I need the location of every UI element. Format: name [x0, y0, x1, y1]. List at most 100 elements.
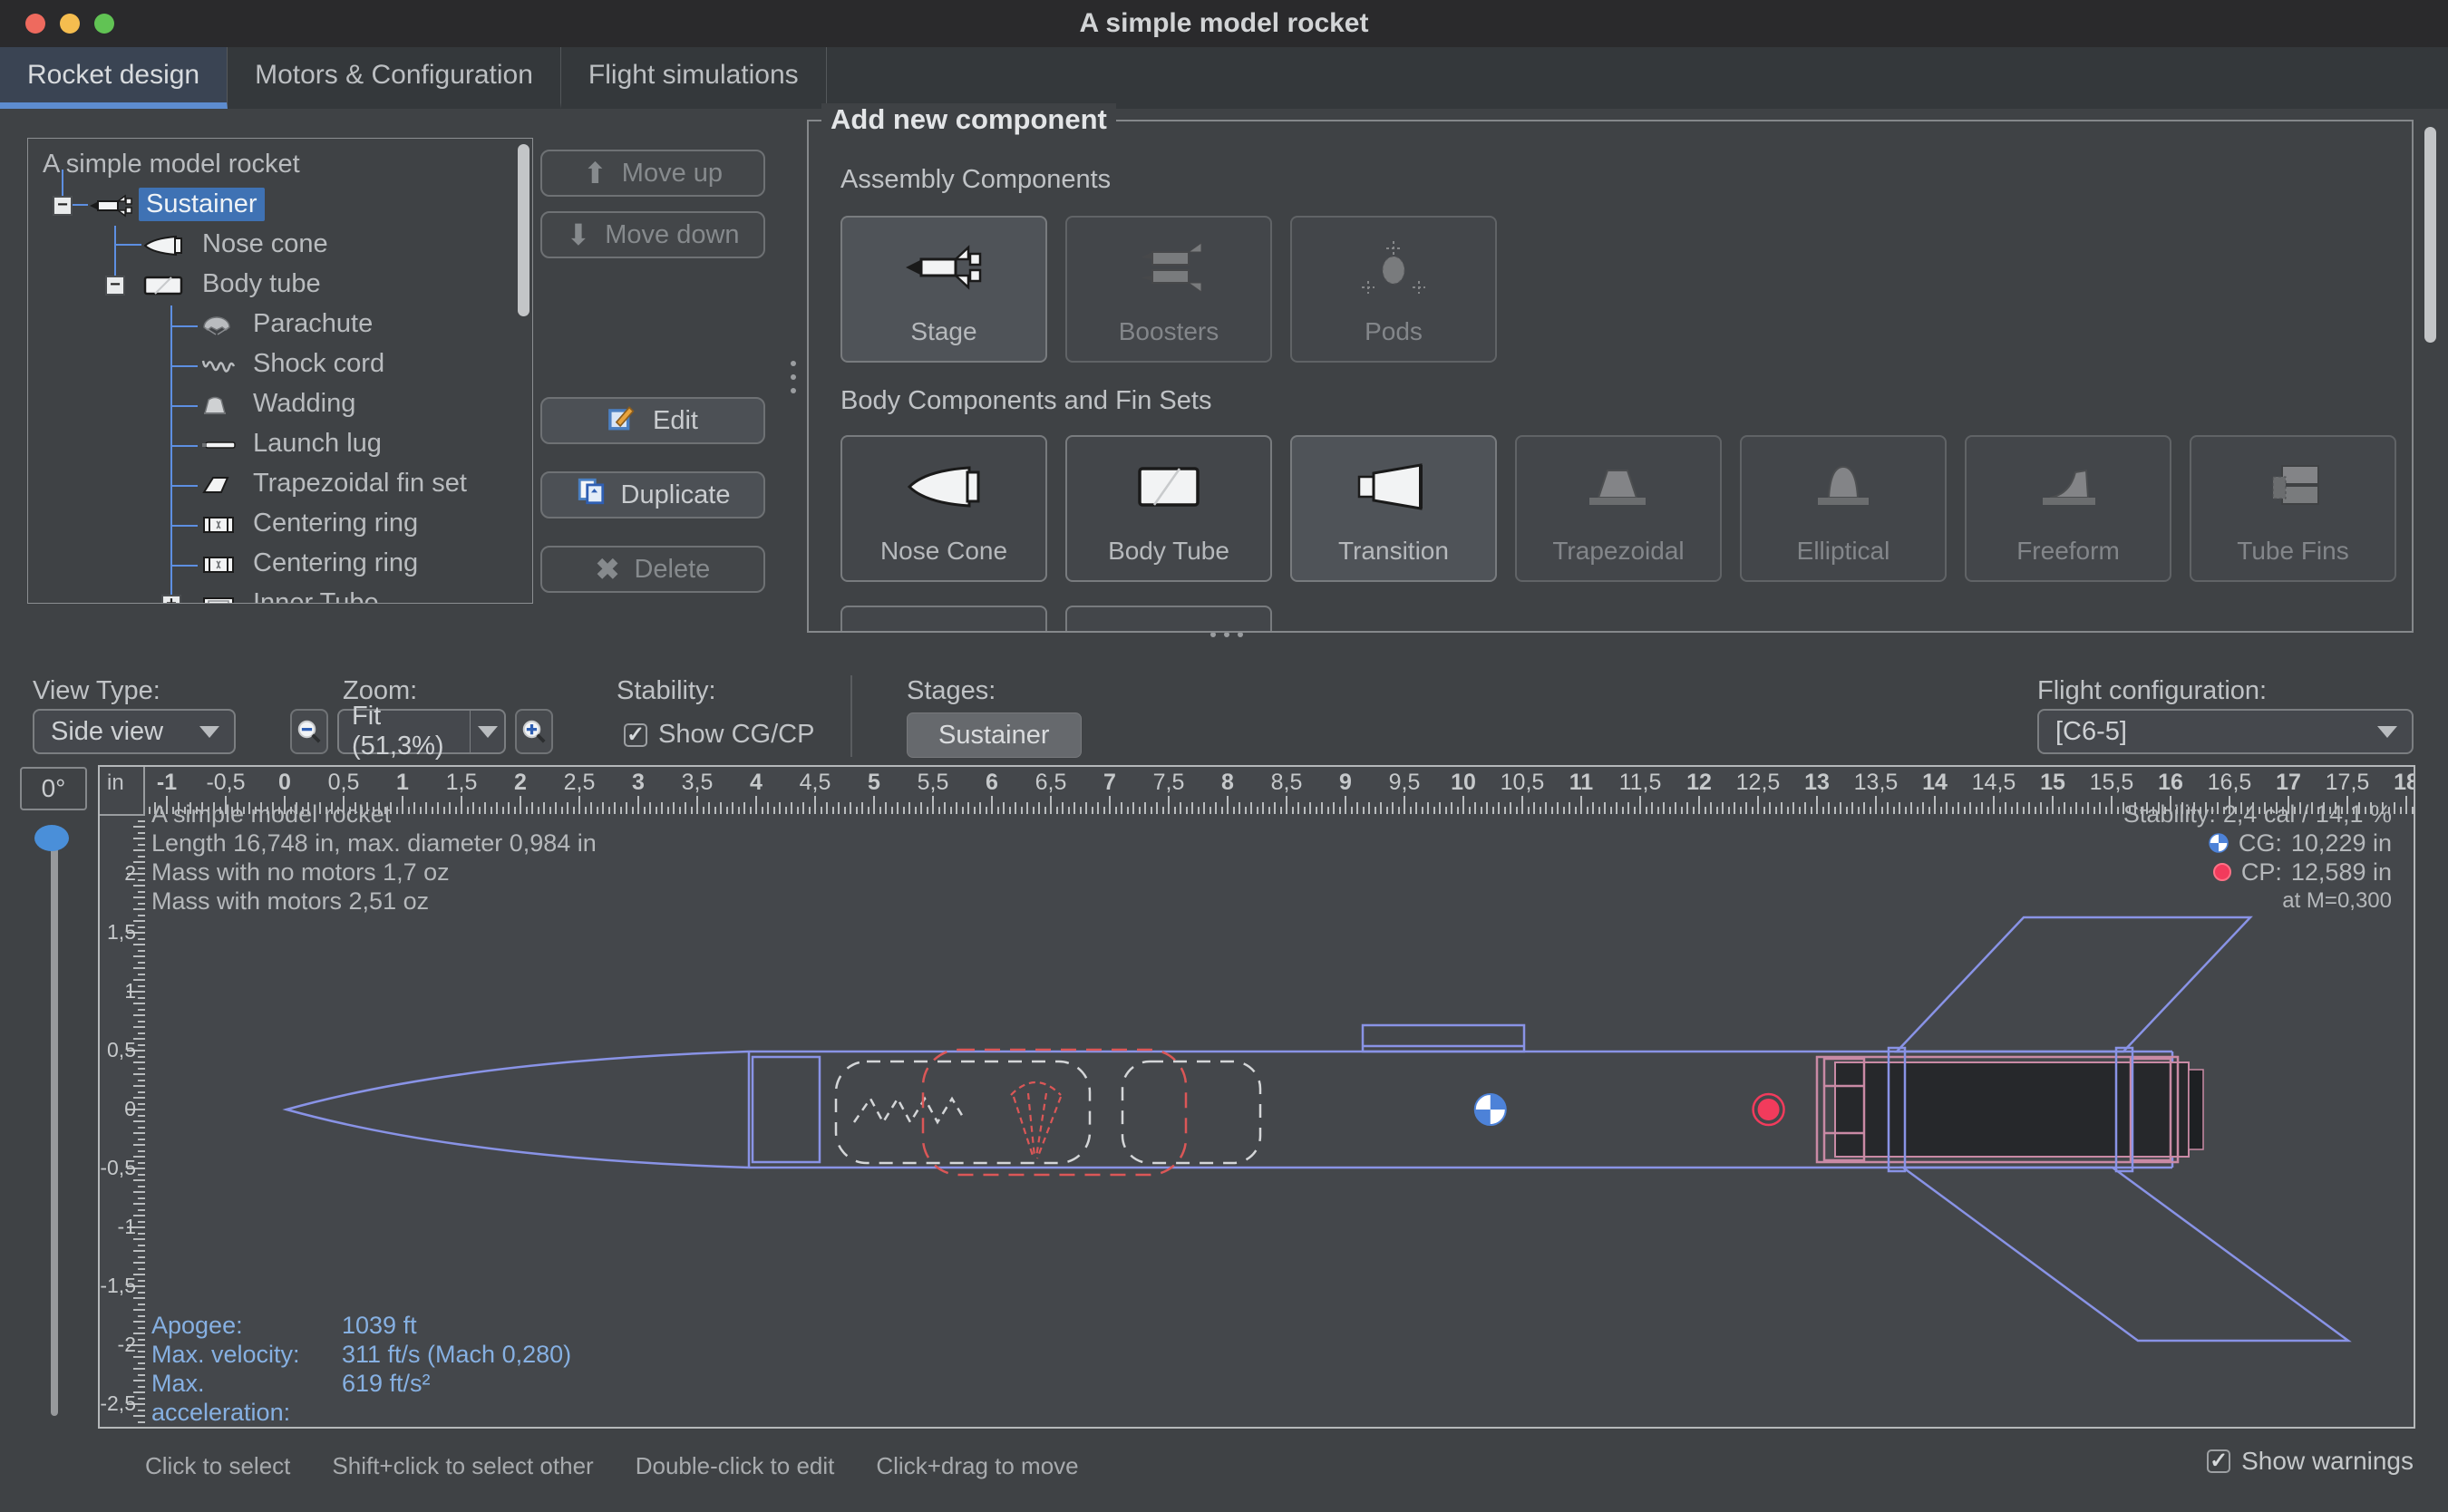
- flight-configuration-dropdown[interactable]: [C6-5]: [2037, 709, 2414, 754]
- ruler-tick: [726, 807, 728, 814]
- tree-item-centering-ring[interactable]: Centering ring: [28, 545, 532, 585]
- ruler-tick: [1356, 802, 1358, 814]
- component-tree-panel: A simple model rocket−SustainerNose cone…: [27, 138, 533, 604]
- ruler-tick: [1557, 802, 1559, 814]
- add-component-panel: Add new component Assembly Components St…: [807, 120, 2414, 633]
- ruler-tick: [1663, 802, 1665, 814]
- panel-scrollbar-thumb[interactable]: [2424, 127, 2436, 343]
- ruler-tick: [696, 796, 698, 814]
- show-cgcp-checkbox[interactable]: ✓: [624, 723, 647, 747]
- ruler-tick: [1026, 802, 1028, 814]
- ruler-tick: [138, 1398, 145, 1400]
- ruler-tick: [1386, 807, 1388, 814]
- ruler-tick: [2400, 807, 2402, 814]
- vertical-splitter-handle[interactable]: [791, 361, 796, 393]
- edit-button[interactable]: Edit: [540, 397, 765, 444]
- tree-item-body-tube[interactable]: Body tube: [28, 266, 532, 305]
- ruler-tick: [138, 915, 145, 916]
- rotation-slider-track[interactable]: [51, 836, 58, 1416]
- component-button-label: Pods: [1365, 317, 1423, 346]
- flight-estimates-block: Apogee:1039 ft Max. velocity:311 ft/s (M…: [151, 1311, 571, 1427]
- ruler-tick: [138, 1056, 145, 1058]
- centeringring-icon: [200, 552, 237, 577]
- component-button-transition[interactable]: Transition: [1290, 435, 1497, 582]
- ruler-tick: [138, 1256, 145, 1258]
- zoom-level-dropdown[interactable]: Fit (51,3%): [337, 709, 506, 754]
- cg-icon: [2208, 832, 2229, 854]
- tree-item-trapezoidal-fin-set[interactable]: Trapezoidal fin set: [28, 465, 532, 505]
- view-type-dropdown[interactable]: Side view: [33, 709, 236, 754]
- tree-item-centering-ring[interactable]: Centering ring: [28, 505, 532, 545]
- tree-item-shock-cord[interactable]: Shock cord: [28, 345, 532, 385]
- ruler-label: 8,5: [1259, 770, 1314, 796]
- ruler-tick: [133, 1333, 145, 1334]
- tree-item-inner-tube[interactable]: Inner Tube: [28, 585, 532, 604]
- component-button-boosters[interactable]: Boosters: [1065, 216, 1272, 363]
- component-button-partial[interactable]: [1065, 606, 1272, 631]
- ruler-tick: [1922, 802, 1924, 814]
- rotation-slider-thumb[interactable]: [34, 825, 69, 851]
- component-button-elliptical[interactable]: Elliptical: [1740, 435, 1947, 582]
- component-button-nose-cone[interactable]: Nose Cone: [840, 435, 1047, 582]
- show-warnings-checkbox[interactable]: ✓: [2207, 1449, 2230, 1473]
- ruler-tick: [138, 1091, 145, 1093]
- ruler-tick: [1162, 807, 1164, 814]
- tab-flight-simulations[interactable]: Flight simulations: [561, 47, 827, 109]
- ruler-tick: [138, 1304, 145, 1305]
- tab-motors-configuration[interactable]: Motors & Configuration: [228, 47, 561, 109]
- body-components-label: Body Components and Fin Sets: [840, 386, 1211, 416]
- ruler-tick: [133, 897, 145, 898]
- move-down-button[interactable]: ⬇ Move down: [540, 211, 765, 258]
- ruler-tick: [1940, 807, 1942, 814]
- ruler-tick: [1569, 802, 1570, 814]
- ruler-tick: [133, 1321, 145, 1323]
- ruler-tick: [1339, 807, 1341, 814]
- ruler-tick: [885, 802, 887, 814]
- component-button-stage[interactable]: Stage: [840, 216, 1047, 363]
- stage-toggle-sustainer[interactable]: Sustainer: [907, 712, 1082, 758]
- tree-item-parachute[interactable]: Parachute: [28, 305, 532, 345]
- ruler-tick: [1952, 807, 1954, 814]
- ruler-label: 5,5: [906, 770, 960, 796]
- ruler-tick: [1262, 802, 1264, 814]
- component-button-body-tube[interactable]: Body Tube: [1065, 435, 1272, 582]
- duplicate-button[interactable]: Duplicate: [540, 471, 765, 519]
- ruler-tick: [879, 807, 881, 814]
- zoom-in-button[interactable]: [515, 709, 553, 754]
- shock-cord-zigzag: [854, 1099, 963, 1122]
- rocket-view-panel[interactable]: in -1-0,500,511,522,533,544,555,566,577,…: [98, 765, 2415, 1429]
- ruler-tick: [1038, 802, 1040, 814]
- ruler-tick: [1792, 802, 1794, 814]
- ruler-label: 12,5: [1731, 770, 1785, 796]
- ruler-tick: [1174, 807, 1176, 814]
- ruler-tick: [1080, 807, 1082, 814]
- ruler-tick: [1151, 807, 1152, 814]
- tree-item-a-simple-model-rocket[interactable]: A simple model rocket: [28, 146, 532, 186]
- tab-rocket-design[interactable]: Rocket design: [0, 47, 228, 109]
- component-button-partial[interactable]: [840, 606, 1047, 631]
- tree-item-launch-lug[interactable]: Launch lug: [28, 425, 532, 465]
- ruler-tick: [1209, 807, 1211, 814]
- ruler-label: 15,5: [2084, 770, 2139, 796]
- component-button-tube-fins[interactable]: Tube Fins: [2190, 435, 2396, 582]
- ruler-tick: [138, 985, 145, 987]
- component-button-pods[interactable]: Pods: [1290, 216, 1497, 363]
- delete-button[interactable]: ✖ Delete: [540, 546, 765, 593]
- component-button-label: Freeform: [2016, 537, 2120, 566]
- tree-item-sustainer[interactable]: Sustainer: [28, 186, 532, 226]
- zoom-out-button[interactable]: [290, 709, 328, 754]
- ruler-tick: [1757, 796, 1759, 814]
- ruler-label: 7,5: [1141, 770, 1196, 796]
- ruler-tick: [1073, 802, 1075, 814]
- component-button-trapezoidal[interactable]: Trapezoidal: [1515, 435, 1722, 582]
- tree-item-nose-cone[interactable]: Nose cone: [28, 226, 532, 266]
- ruler-tick: [974, 807, 976, 814]
- ruler-label: 14: [1908, 770, 1962, 796]
- move-up-button[interactable]: ⬆ Move up: [540, 150, 765, 197]
- ruler-tick: [1404, 796, 1405, 814]
- ruler-tick: [732, 802, 733, 814]
- tree-item-wadding[interactable]: Wadding: [28, 385, 532, 425]
- component-button-freeform[interactable]: Freeform: [1965, 435, 2171, 582]
- ruler-tick: [133, 1073, 145, 1075]
- ruler-tick: [133, 979, 145, 981]
